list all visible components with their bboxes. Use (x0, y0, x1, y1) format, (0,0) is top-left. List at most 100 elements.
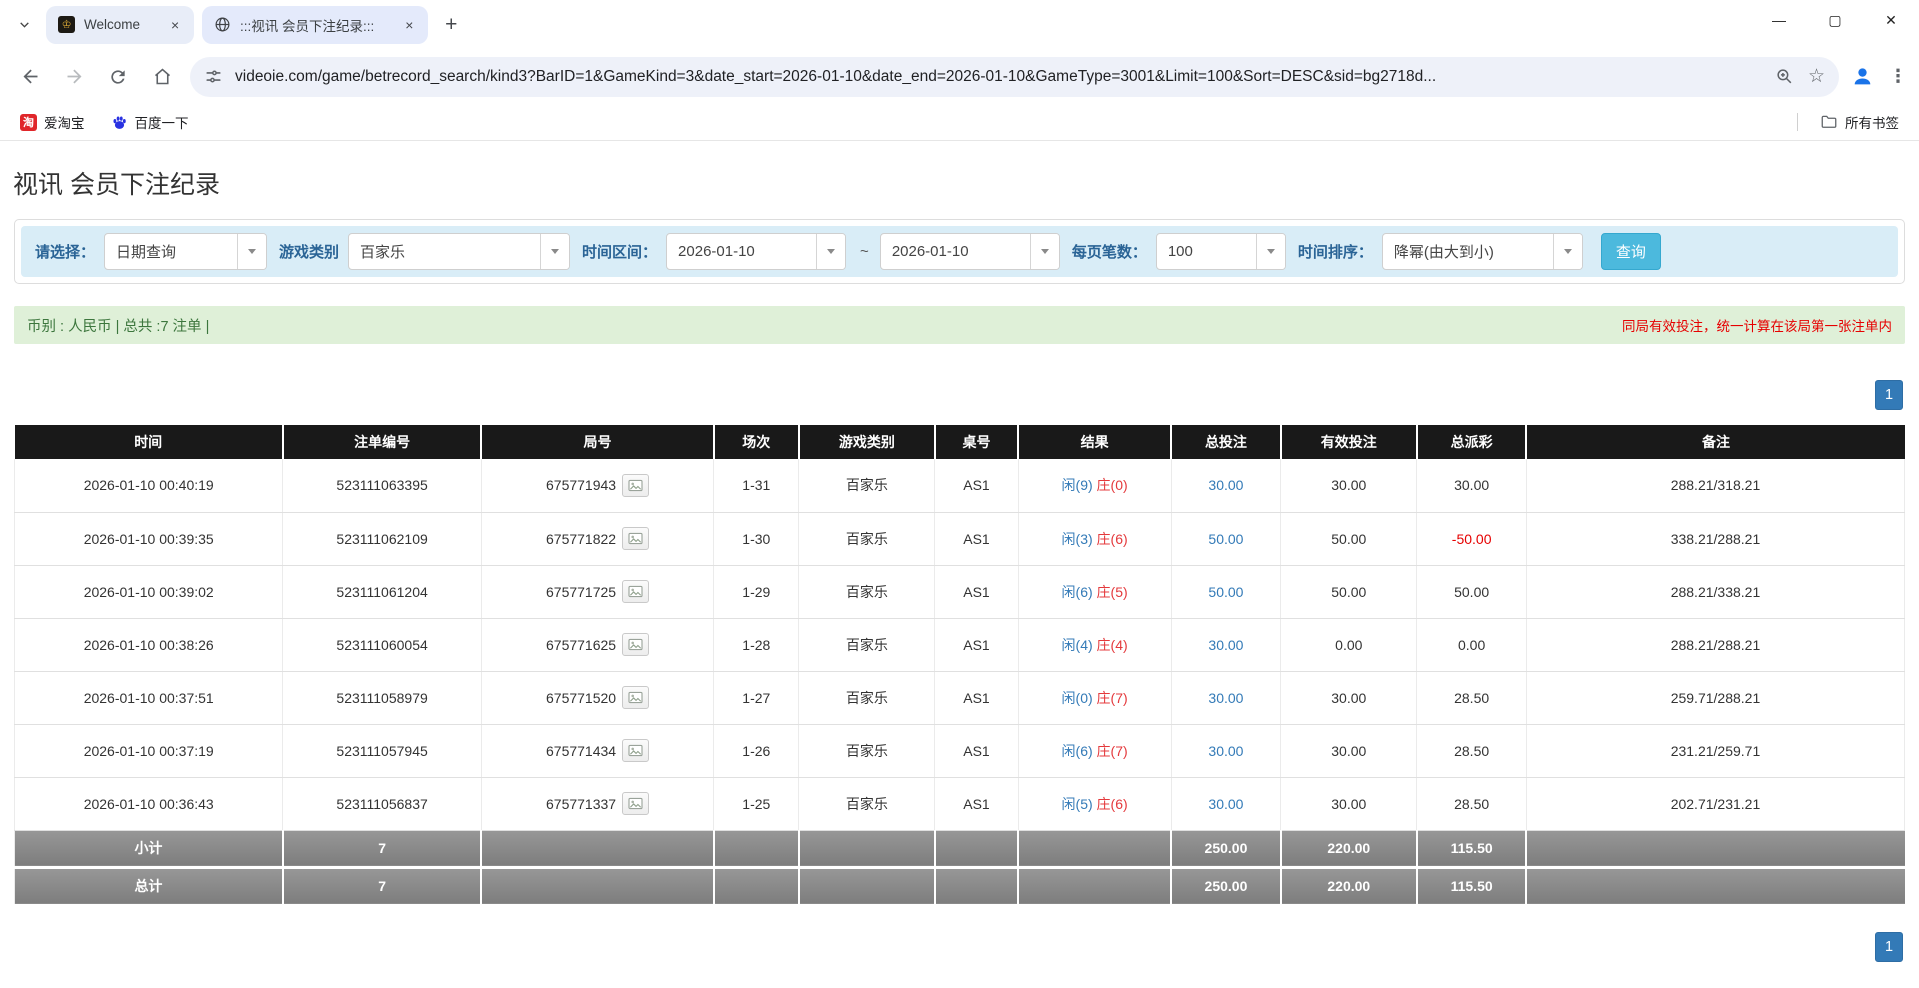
query-type-select[interactable]: 日期查询 (104, 233, 267, 270)
cell-valid-bet: 30.00 (1281, 777, 1417, 830)
table-row: 2026-01-10 00:40:19 523111063395 6757719… (15, 459, 1905, 512)
tab-close-icon[interactable]: × (400, 16, 418, 34)
reload-icon[interactable] (99, 58, 137, 96)
cell-round: 675771943 (481, 459, 713, 512)
date-start-select[interactable]: 2026-01-10 (666, 233, 846, 270)
url-text[interactable]: videoie.com/game/betrecord_search/kind3?… (235, 68, 1765, 86)
chevron-down-icon[interactable] (237, 234, 266, 269)
cell-valid-bet: 30.00 (1281, 724, 1417, 777)
result-image-button[interactable] (622, 580, 649, 603)
result-image-button[interactable] (622, 686, 649, 709)
chevron-down-icon[interactable] (540, 234, 569, 269)
minimize-button[interactable]: — (1751, 0, 1807, 40)
cell-result: 闲(3) 庄(6) (1018, 512, 1171, 565)
pagination-page-1-top[interactable]: 1 (1875, 380, 1903, 410)
maximize-button[interactable]: ▢ (1807, 0, 1863, 40)
cell-note: 288.21/338.21 (1526, 565, 1904, 618)
tab-betrecord[interactable]: :::视讯 会员下注纪录::: × (202, 6, 428, 44)
cell-total-bet[interactable]: 30.00 (1171, 724, 1281, 777)
zoom-icon[interactable] (1775, 67, 1794, 86)
total-total-bet: 250.00 (1171, 867, 1281, 904)
browser-menu-icon[interactable]: ⋮ (1885, 60, 1911, 94)
result-player: 闲(4) (1062, 637, 1093, 653)
folder-icon (1820, 113, 1838, 131)
chevron-down-icon[interactable] (1030, 234, 1059, 269)
new-tab-button[interactable]: + (436, 10, 466, 40)
bookmark-star-icon[interactable]: ☆ (1808, 65, 1825, 88)
result-image-button[interactable] (622, 739, 649, 762)
chevron-down-icon[interactable] (1553, 234, 1582, 269)
forward-icon[interactable] (55, 58, 93, 96)
sort-select[interactable]: 降幂(由大到小) (1382, 233, 1583, 270)
cell-total-bet[interactable]: 30.00 (1171, 459, 1281, 512)
profile-avatar-icon[interactable] (1845, 60, 1879, 94)
cell-game-kind: 百家乐 (799, 671, 935, 724)
cell-round: 675771625 (481, 618, 713, 671)
cell-total-bet[interactable]: 30.00 (1171, 671, 1281, 724)
result-image-button[interactable] (622, 527, 649, 550)
window-controls: — ▢ ✕ (1751, 0, 1919, 40)
game-kind-select[interactable]: 百家乐 (348, 233, 570, 270)
all-bookmarks-button[interactable]: 所有书签 (1812, 108, 1907, 136)
round-number: 675771625 (546, 637, 616, 653)
baidu-paw-icon (111, 114, 128, 131)
back-icon[interactable] (11, 58, 49, 96)
bookmark-label: 百度一下 (135, 112, 189, 132)
result-banker: 庄(5) (1097, 584, 1128, 600)
cell-total-bet[interactable]: 50.00 (1171, 565, 1281, 618)
cell-game-kind: 百家乐 (799, 459, 935, 512)
table-body: 2026-01-10 00:40:19 523111063395 6757719… (15, 459, 1905, 904)
cell-time: 2026-01-10 00:36:43 (15, 777, 283, 830)
valid-bet-notice: 同局有效投注，统一计算在该局第一张注单内 (1622, 315, 1892, 335)
round-number: 675771520 (546, 690, 616, 706)
cell-payout: 50.00 (1417, 565, 1527, 618)
tab-title: :::视讯 会员下注纪录::: (240, 15, 374, 35)
result-banker: 庄(6) (1097, 796, 1128, 812)
table-row: 2026-01-10 00:37:51 523111058979 6757715… (15, 671, 1905, 724)
browser-titlebar: ♔ Welcome × :::视讯 会员下注纪录::: × + — ▢ ✕ (0, 0, 1919, 49)
cell-game-kind: 百家乐 (799, 618, 935, 671)
cell-note: 231.21/259.71 (1526, 724, 1904, 777)
chevron-down-icon[interactable] (816, 234, 845, 269)
bookmark-taobao[interactable]: 淘 爱淘宝 (12, 108, 93, 136)
subtotal-row: 小计7250.00220.00115.50 (15, 830, 1905, 867)
summary-bar: 币别 : 人民币 | 总共 :7 注单 | 同局有效投注，统一计算在该局第一张注… (14, 306, 1905, 344)
per-page-select[interactable]: 100 (1156, 233, 1286, 270)
result-image-button[interactable] (622, 792, 649, 815)
col-result: 结果 (1018, 425, 1171, 459)
date-end-select[interactable]: 2026-01-10 (880, 233, 1060, 270)
cell-table-no: AS1 (935, 671, 1018, 724)
total-table-no (935, 867, 1018, 904)
site-settings-icon[interactable] (204, 67, 223, 86)
cell-total-bet[interactable]: 30.00 (1171, 618, 1281, 671)
subtotal-session (714, 830, 799, 867)
result-image-button[interactable] (622, 474, 649, 497)
cell-note: 338.21/288.21 (1526, 512, 1904, 565)
cell-table-no: AS1 (935, 618, 1018, 671)
window-close-button[interactable]: ✕ (1863, 0, 1919, 40)
tab-search-chevron-icon[interactable] (10, 11, 38, 39)
result-banker: 庄(7) (1097, 690, 1128, 706)
pagination-page-1-bottom[interactable]: 1 (1875, 932, 1903, 962)
total-count: 7 (283, 867, 481, 904)
cell-total-bet[interactable]: 30.00 (1171, 777, 1281, 830)
result-image-button[interactable] (622, 633, 649, 656)
currency-summary: 币别 : 人民币 | 总共 :7 注单 | (27, 315, 209, 336)
result-player: 闲(6) (1062, 584, 1093, 600)
total-label: 总计 (15, 867, 283, 904)
tab-title: Welcome (84, 17, 140, 32)
bookmark-baidu[interactable]: 百度一下 (103, 108, 197, 136)
chevron-down-icon[interactable] (1256, 234, 1285, 269)
tab-welcome[interactable]: ♔ Welcome × (46, 6, 194, 44)
cell-round: 675771520 (481, 671, 713, 724)
total-note (1526, 867, 1904, 904)
table-row: 2026-01-10 00:37:19 523111057945 6757714… (15, 724, 1905, 777)
tab-close-icon[interactable]: × (166, 16, 184, 34)
game-kind-label: 游戏类别 (279, 241, 339, 262)
search-button[interactable]: 查询 (1601, 233, 1661, 270)
cell-total-bet[interactable]: 50.00 (1171, 512, 1281, 565)
bet-record-table: 时间 注单编号 局号 场次 游戏类别 桌号 结果 总投注 有效投注 总派彩 备注… (14, 425, 1905, 904)
home-icon[interactable] (143, 58, 181, 96)
url-bar[interactable]: videoie.com/game/betrecord_search/kind3?… (190, 57, 1839, 97)
cell-session: 1-30 (714, 512, 799, 565)
